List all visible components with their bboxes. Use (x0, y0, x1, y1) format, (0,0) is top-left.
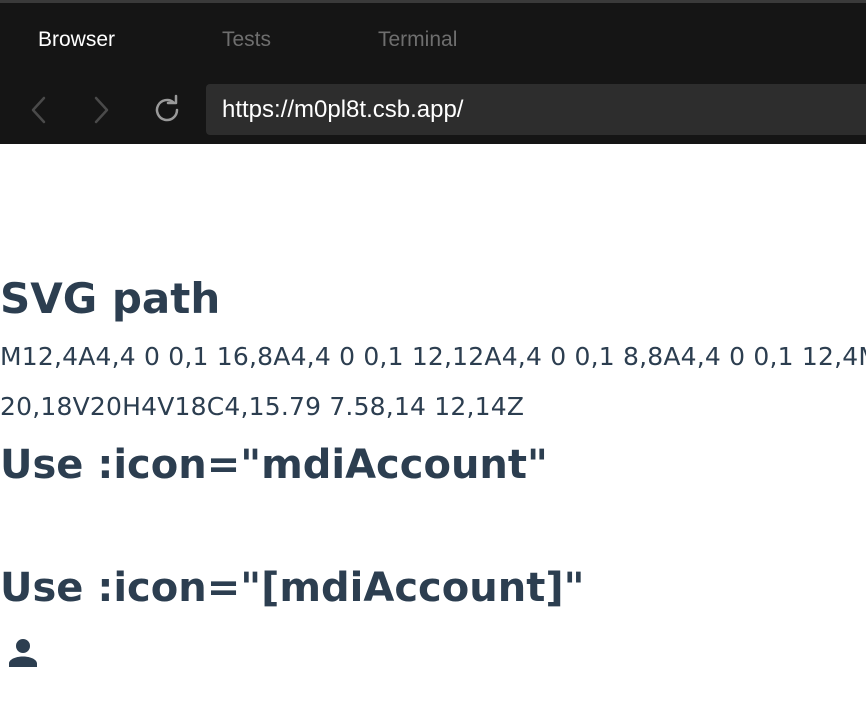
use-icon-string-heading: Use :icon="mdiAccount" (0, 442, 548, 488)
back-icon (31, 96, 46, 124)
tab-terminal[interactable]: Terminal (378, 25, 457, 55)
address-bar[interactable] (206, 84, 866, 135)
url-input[interactable] (222, 95, 842, 124)
forward-icon (94, 96, 109, 124)
back-button[interactable] (22, 92, 56, 128)
tab-browser[interactable]: Browser (38, 25, 115, 55)
svg-path-text-line-1: M12,4A4,4 0 0,1 16,8A4,4 0 0,1 12,12A4,4… (0, 342, 866, 371)
forward-button[interactable] (84, 92, 118, 128)
tab-tests[interactable]: Tests (222, 25, 271, 55)
svg-path-heading: SVG path (0, 274, 221, 323)
svg-path-text-line-2: 20,18V20H4V18C4,15.79 7.58,14 12,14Z (0, 392, 525, 421)
top-divider (0, 0, 866, 3)
reload-icon (155, 94, 179, 122)
page-content: SVG path M12,4A4,4 0 0,1 16,8A4,4 0 0,1 … (0, 144, 866, 728)
account-icon (9, 639, 37, 667)
reload-button[interactable] (150, 92, 184, 128)
use-icon-array-heading: Use :icon="[mdiAccount]" (0, 565, 585, 611)
browser-chrome: Browser Tests Terminal (0, 0, 866, 144)
